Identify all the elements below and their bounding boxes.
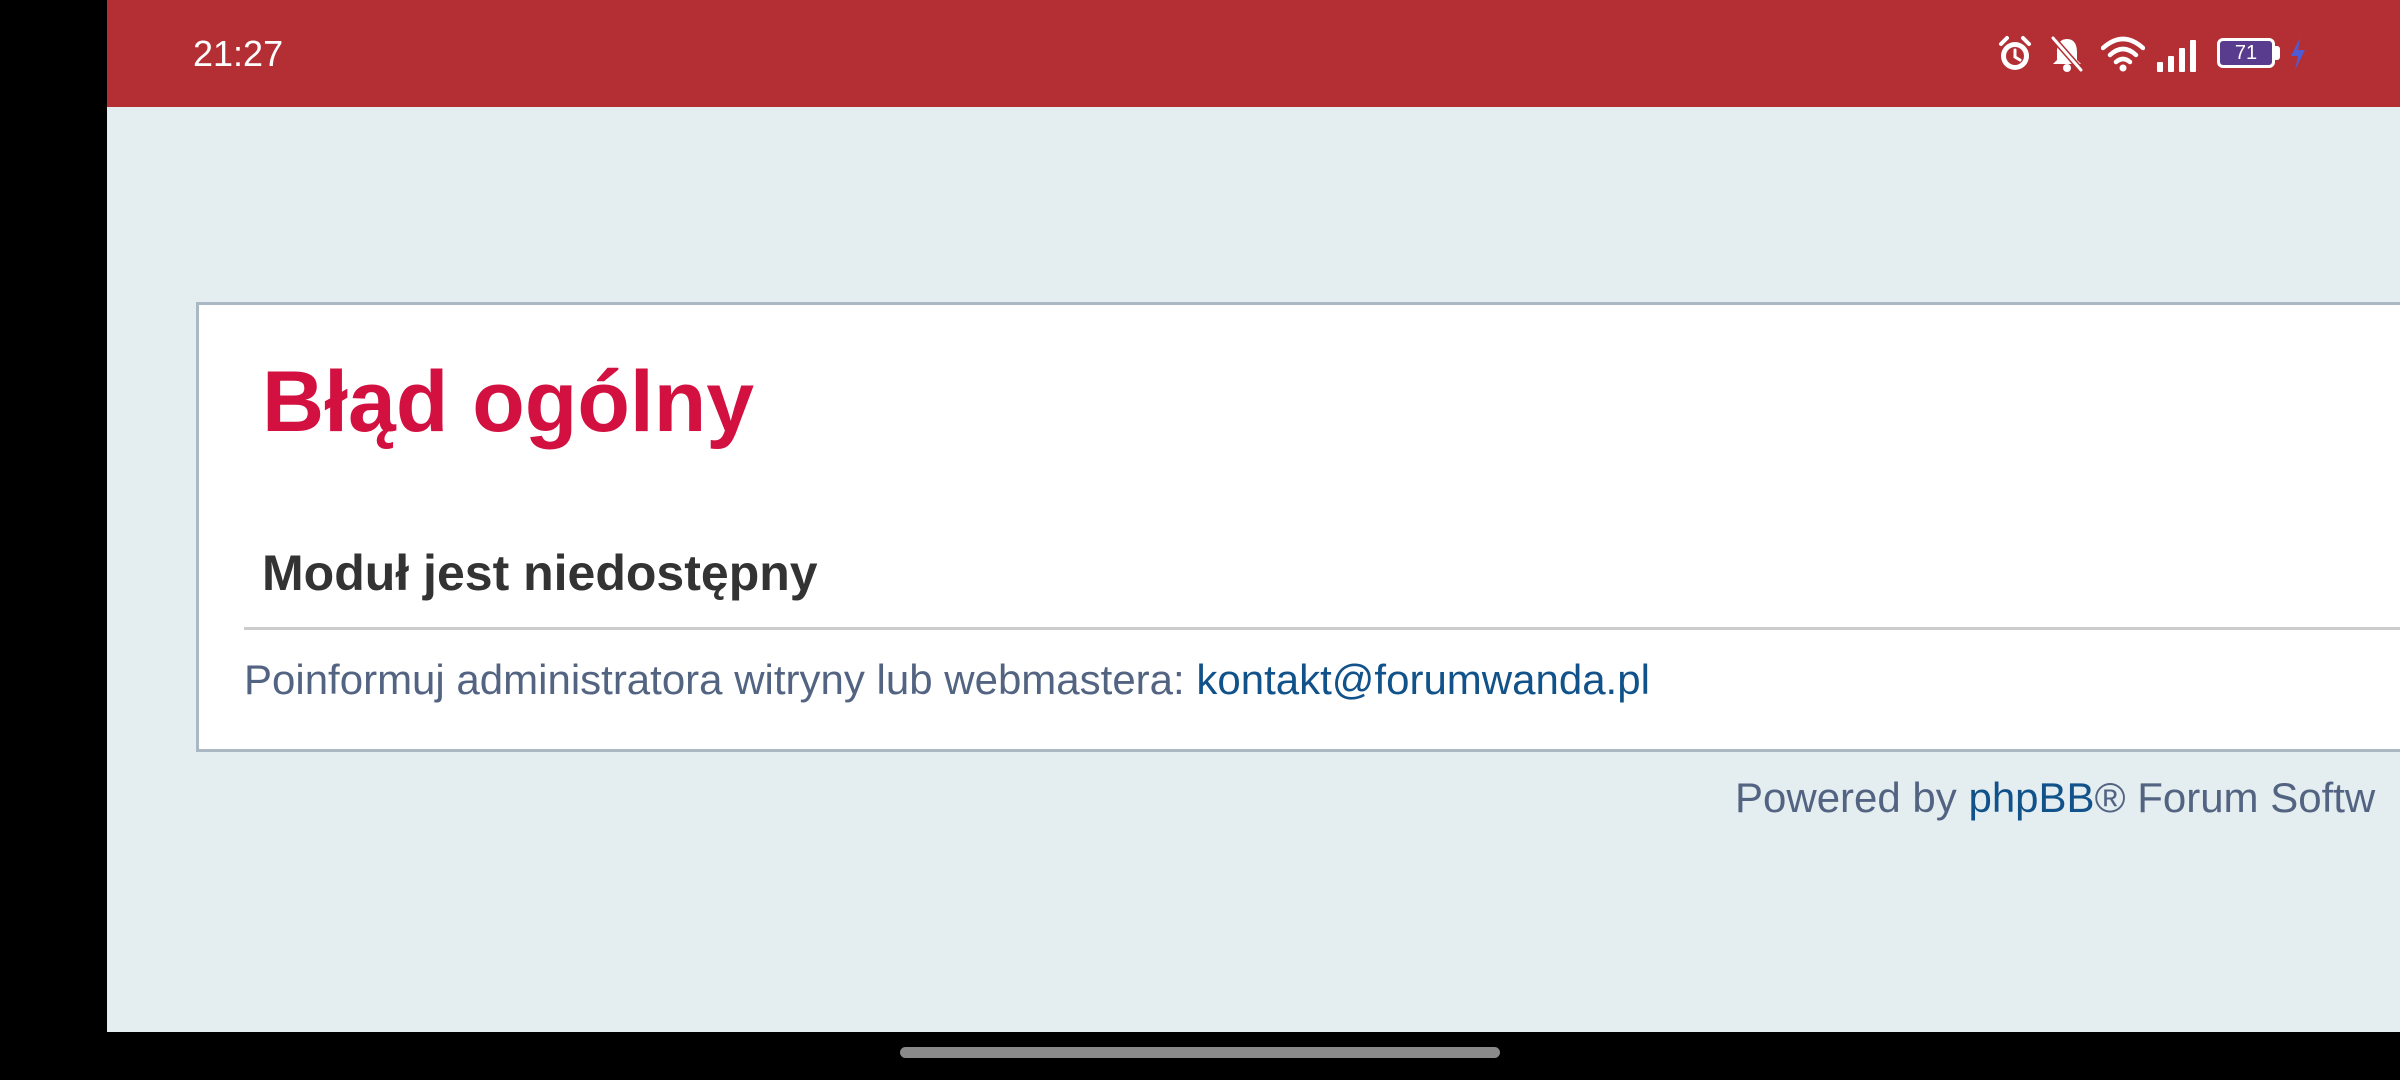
- wifi-icon: [2101, 36, 2145, 72]
- battery-level: 71: [2234, 42, 2258, 64]
- status-bar: 21:27 71: [107, 0, 2400, 107]
- battery-tip: [2275, 46, 2280, 60]
- signal-icon: [2157, 40, 2196, 72]
- battery-icon: 71: [2217, 38, 2275, 68]
- footer-prefix: Powered by: [1735, 774, 1969, 821]
- footer-suffix: ® Forum Softw: [2094, 774, 2376, 821]
- footer-copyright: Powered by phpBB® Forum Softw: [1735, 772, 2375, 824]
- error-heading: Moduł jest niedostępny: [262, 545, 818, 601]
- browser-viewport: 21:27 71 Błąd ogólny Moduł jest niedostę…: [107, 0, 2400, 1032]
- phpbb-link[interactable]: phpBB: [1968, 774, 2094, 821]
- divider: [244, 627, 2400, 630]
- status-clock: 21:27: [193, 33, 284, 74]
- page-title: Błąd ogólny: [262, 354, 755, 450]
- error-message-text: Poinformuj administratora witryny lub we…: [244, 656, 1197, 703]
- device-screen: 21:27 71 Błąd ogólny Moduł jest niedostę…: [0, 0, 2400, 1080]
- contact-email-link[interactable]: kontakt@forumwanda.pl: [1196, 656, 1650, 703]
- bell-muted-icon: [2050, 36, 2084, 72]
- error-message: Poinformuj administratora witryny lub we…: [244, 654, 1650, 706]
- charging-icon: [2291, 38, 2305, 70]
- gesture-nav-handle[interactable]: [900, 1047, 1500, 1058]
- alarm-icon: [1999, 36, 2031, 70]
